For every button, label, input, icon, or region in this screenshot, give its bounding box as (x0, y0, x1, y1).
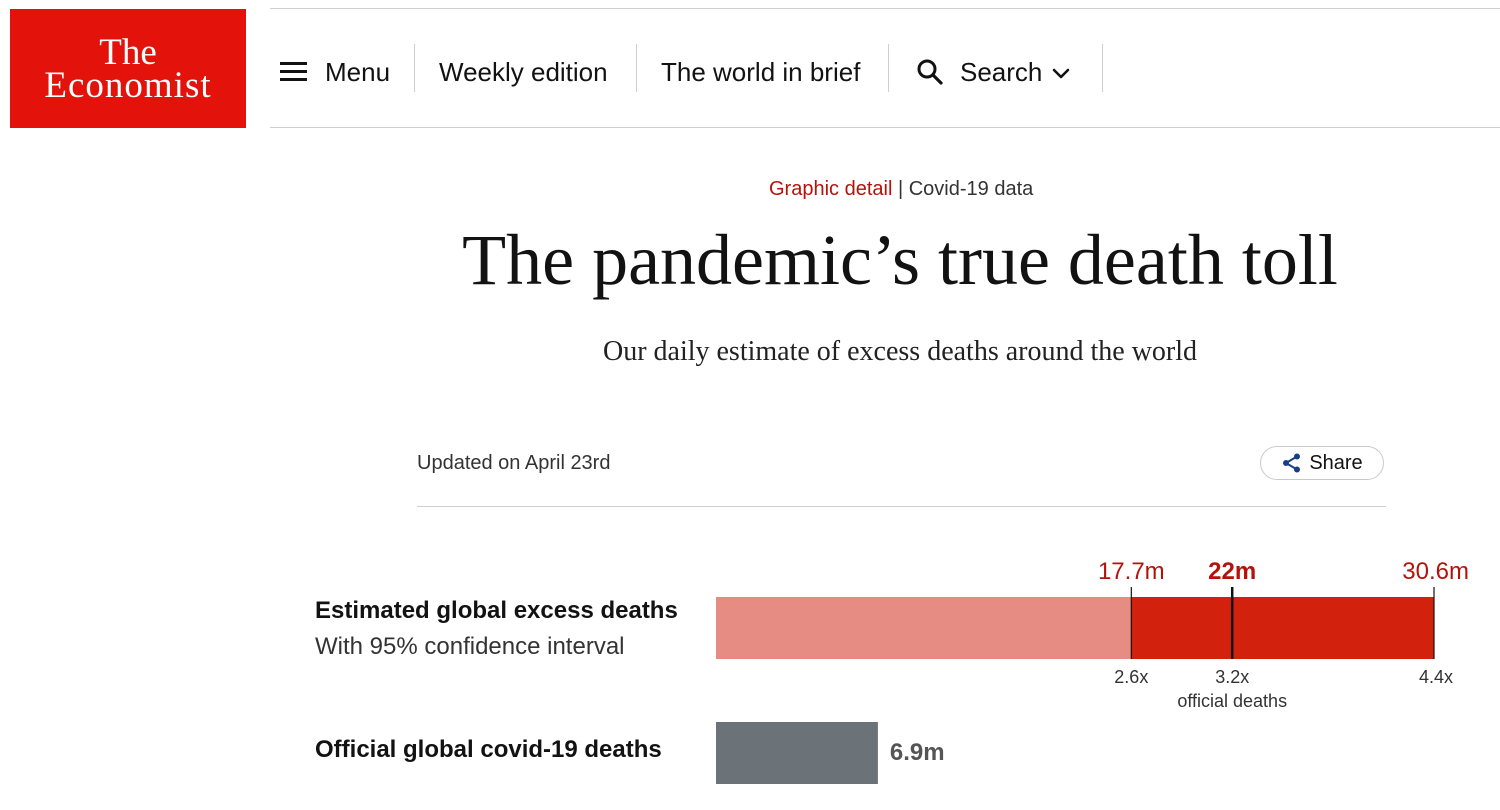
official-deaths-bar (716, 722, 878, 784)
excess-deaths-interval-bar (1131, 597, 1434, 659)
interval-value-label-upper: 30.6m (1402, 558, 1469, 585)
interval-value-label-central: 22m (1208, 558, 1256, 585)
multiple-label-upper: 4.4x (1419, 667, 1453, 687)
death-toll-chart: 17.7m 2.6x 22m 3.2x 30.6m 4.4x official deaths… (716, 558, 1469, 784)
multiple-label-lower: 2.6x (1114, 667, 1148, 687)
official-deaths-caption: official deaths (1177, 691, 1287, 711)
excess-deaths-bar-below-interval (716, 597, 1132, 659)
interval-value-label-lower: 17.7m (1098, 558, 1165, 585)
official-deaths-value-label: 6.9m (890, 739, 945, 766)
multiple-label-central: 3.2x (1215, 667, 1249, 687)
